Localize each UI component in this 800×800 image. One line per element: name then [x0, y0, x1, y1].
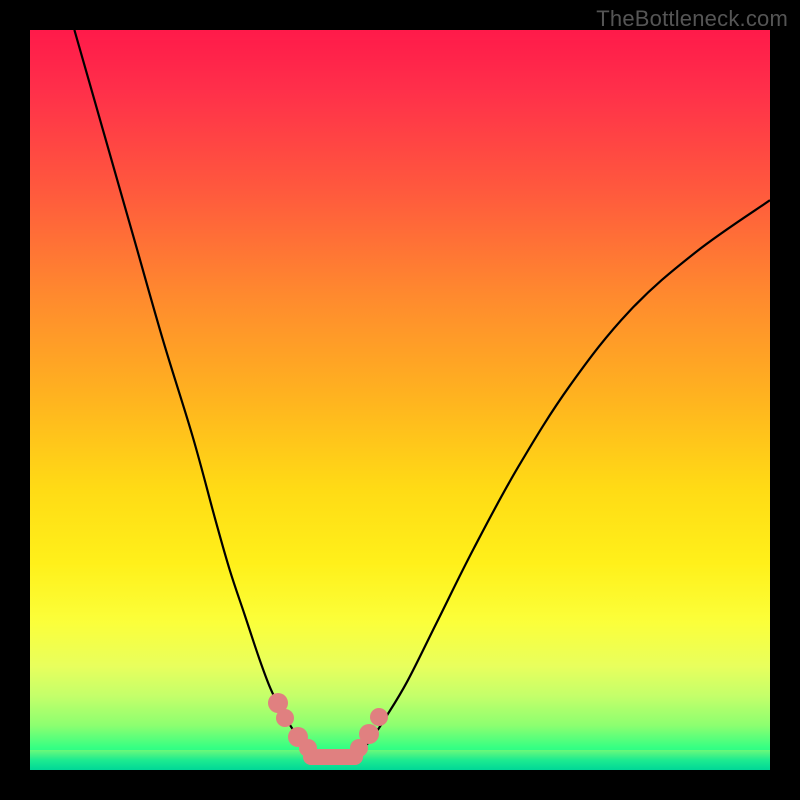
valley-pill	[303, 749, 363, 765]
curve-marker	[359, 724, 379, 744]
curve-marker	[276, 709, 294, 727]
plot-area	[30, 30, 770, 770]
curve-marker	[370, 708, 388, 726]
watermark-text: TheBottleneck.com	[596, 6, 788, 32]
marker-layer	[30, 30, 770, 770]
chart-frame: TheBottleneck.com	[0, 0, 800, 800]
